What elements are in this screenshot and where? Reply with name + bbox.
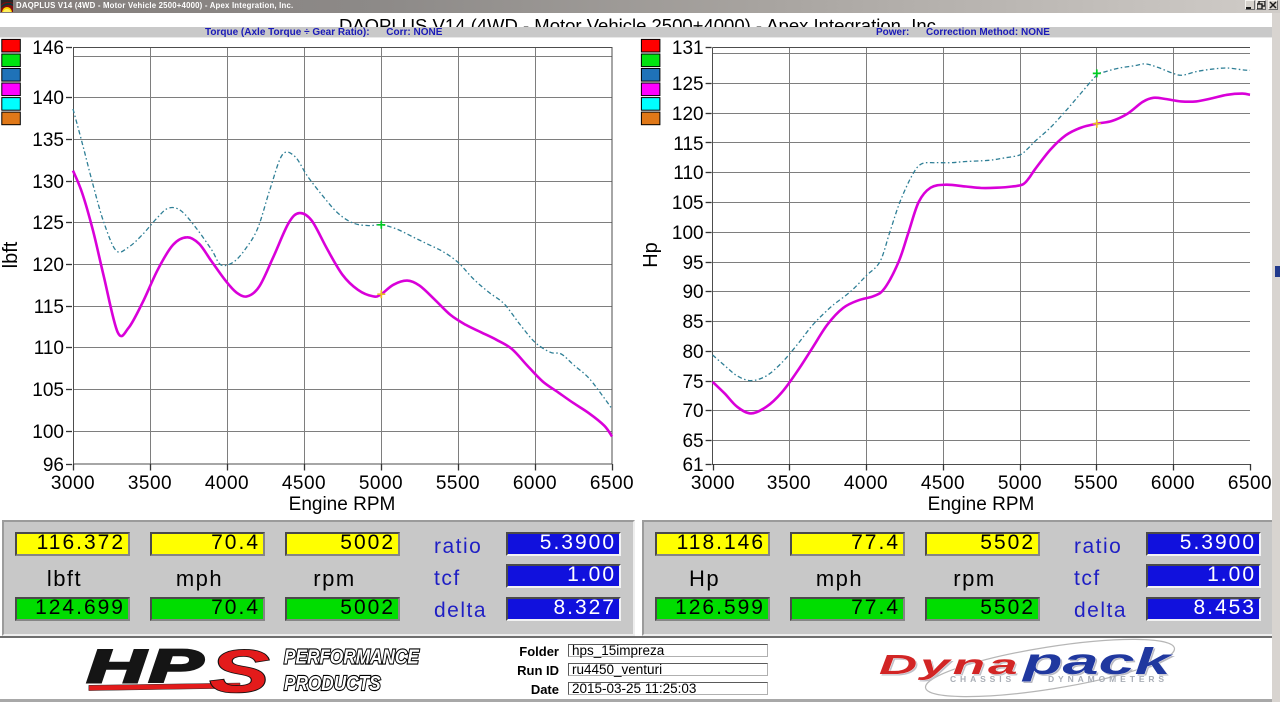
svg-text:Engine RPM: Engine RPM: [928, 494, 1035, 515]
svg-text:5000: 5000: [998, 473, 1042, 494]
svg-text:140: 140: [32, 88, 64, 109]
svg-text:lbft: lbft: [0, 241, 22, 268]
svg-text:105: 105: [32, 380, 64, 401]
svg-text:3500: 3500: [128, 473, 172, 494]
svg-text:115: 115: [34, 297, 64, 318]
svg-text:120: 120: [672, 104, 704, 125]
svg-text:130: 130: [32, 172, 64, 193]
svg-text:135: 135: [32, 130, 64, 151]
svg-text:PRODUCTS: PRODUCTS: [284, 673, 381, 696]
svg-text:6500: 6500: [1228, 473, 1272, 494]
svg-text:3500: 3500: [767, 473, 811, 494]
svg-text:100: 100: [672, 223, 704, 244]
svg-text:Hp: Hp: [640, 242, 662, 268]
svg-text:HP: HP: [87, 640, 206, 692]
svg-text:6500: 6500: [590, 473, 634, 494]
svg-text:Engine RPM: Engine RPM: [289, 494, 396, 515]
svg-text:131: 131: [672, 38, 704, 59]
svg-text:5500: 5500: [1074, 473, 1118, 494]
svg-text:4500: 4500: [921, 473, 965, 494]
svg-text:65: 65: [682, 431, 703, 452]
svg-text:146: 146: [32, 38, 64, 59]
svg-text:4000: 4000: [205, 473, 249, 494]
svg-text:110: 110: [34, 338, 64, 359]
svg-text:4000: 4000: [844, 473, 888, 494]
svg-text:5000: 5000: [359, 473, 403, 494]
svg-text:120: 120: [32, 255, 64, 276]
svg-text:80: 80: [682, 342, 703, 363]
svg-text:95: 95: [682, 253, 703, 274]
svg-text:125: 125: [32, 213, 64, 234]
svg-text:105: 105: [672, 193, 704, 214]
svg-text:3000: 3000: [691, 473, 735, 494]
svg-text:pack: pack: [1021, 641, 1174, 682]
svg-text:125: 125: [672, 74, 704, 95]
svg-text:3000: 3000: [51, 473, 95, 494]
svg-text:110: 110: [673, 163, 703, 184]
svg-text:Dyna: Dyna: [879, 650, 1020, 681]
svg-text:70: 70: [682, 401, 703, 422]
svg-text:PERFORMANCE: PERFORMANCE: [284, 646, 420, 669]
svg-text:90: 90: [682, 282, 703, 303]
svg-text:85: 85: [682, 312, 703, 333]
svg-text:75: 75: [682, 372, 703, 393]
svg-text:4500: 4500: [282, 473, 326, 494]
svg-text:S: S: [210, 639, 270, 699]
svg-text:6000: 6000: [1151, 473, 1195, 494]
svg-text:100: 100: [32, 422, 64, 443]
svg-text:6000: 6000: [513, 473, 557, 494]
svg-text:5500: 5500: [436, 473, 480, 494]
svg-text:115: 115: [673, 134, 703, 155]
